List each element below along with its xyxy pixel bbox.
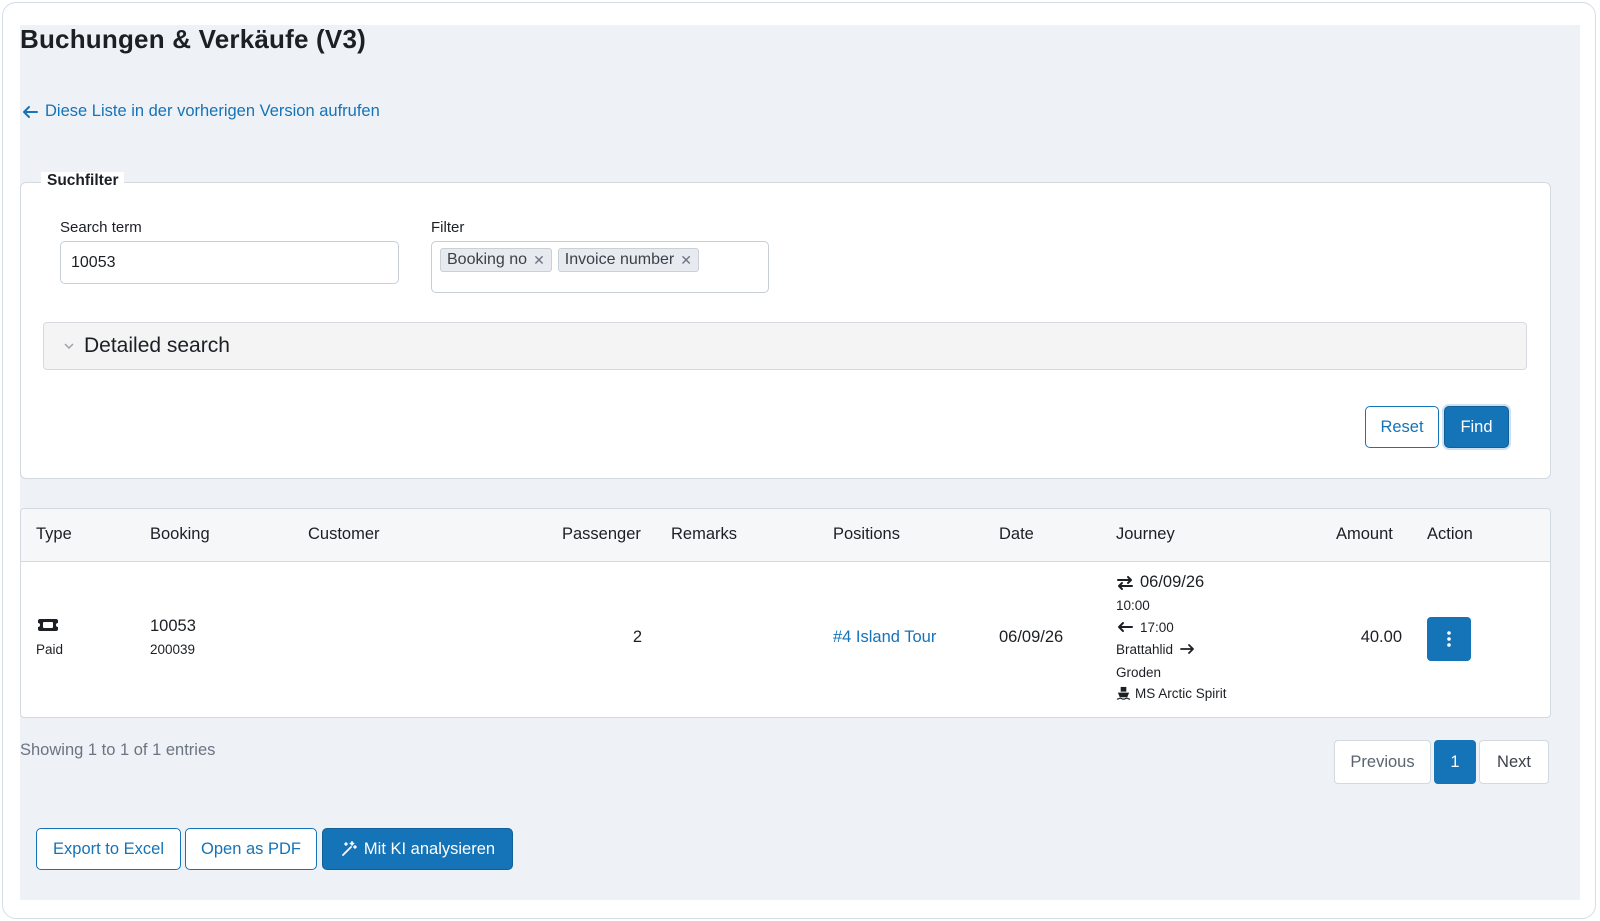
arrow-left-icon (1118, 622, 1133, 632)
table-header: Type Booking Customer Passenger Remarks … (21, 509, 1550, 562)
ticket-icon (37, 619, 59, 631)
position-link[interactable]: #4 Island Tour (833, 628, 936, 647)
ship-name: MS Arctic Spirit (1135, 686, 1227, 701)
journey-ship-line: MS Arctic Spirit (1116, 686, 1227, 701)
filter-chip-booking-no: Booking no ✕ (440, 248, 552, 272)
journey-route-line: Brattahlid (1116, 641, 1197, 657)
col-amount[interactable]: Amount (1336, 525, 1393, 544)
journey-from: Brattahlid (1116, 641, 1174, 657)
col-journey[interactable]: Journey (1116, 525, 1175, 544)
export-excel-button[interactable]: Export to Excel (36, 828, 181, 870)
detailed-search-toggle[interactable]: Detailed search (43, 322, 1527, 370)
journey-to: Groden (1116, 665, 1162, 680)
filter-chip-label: Booking no (447, 251, 528, 268)
bookings-table: Type Booking Customer Passenger Remarks … (20, 508, 1551, 718)
col-type[interactable]: Type (36, 525, 72, 544)
filter-multiselect[interactable]: Booking no ✕ Invoice number ✕ (431, 241, 769, 293)
search-filter-legend: Suchfilter (41, 172, 125, 190)
magic-wand-icon (342, 841, 357, 856)
journey-depart-time: 10:00 (1116, 598, 1150, 613)
col-customer[interactable]: Customer (308, 525, 380, 544)
invoice-number: 200039 (150, 642, 196, 657)
passenger-count: 2 (632, 628, 642, 646)
col-booking[interactable]: Booking (150, 525, 210, 544)
entries-info: Showing 1 to 1 of 1 entries (20, 741, 216, 759)
col-action: Action (1427, 525, 1473, 543)
page-title: Buchungen & Verkäufe (V3) (20, 24, 366, 54)
booking-number: 10053 (150, 617, 196, 635)
ai-analyze-label: Mit KI analysieren (363, 839, 496, 858)
col-remarks[interactable]: Remarks (671, 525, 737, 544)
remove-chip-icon[interactable]: ✕ (680, 252, 692, 269)
journey-date: 06/09/26 (1140, 573, 1205, 591)
previous-version-link-label: Diese Liste in der vorherigen Version au… (45, 102, 380, 120)
amount-cell: 40.00 (1360, 628, 1402, 646)
journey-return-time: 17:00 (1140, 619, 1174, 635)
arrow-right-icon (1180, 644, 1194, 654)
reset-button[interactable]: Reset (1365, 406, 1439, 448)
row-actions-button[interactable] (1427, 617, 1471, 661)
pagination-previous[interactable]: Previous (1334, 740, 1431, 784)
ship-icon (1116, 686, 1131, 700)
pagination-next[interactable]: Next (1479, 740, 1549, 784)
journey-date-line: 06/09/26 (1116, 573, 1204, 592)
chevron-down-icon (64, 343, 74, 350)
search-filter-panel: Suchfilter Search term Filter Booking no… (20, 172, 1551, 479)
col-positions[interactable]: Positions (833, 525, 900, 544)
pagination-page-1[interactable]: 1 (1434, 740, 1476, 784)
previous-version-link[interactable]: Diese Liste in der vorherigen Version au… (21, 102, 380, 121)
ai-analyze-button[interactable]: Mit KI analysieren (322, 828, 513, 870)
remove-chip-icon[interactable]: ✕ (533, 252, 545, 269)
search-term-label: Search term (60, 219, 142, 236)
round-trip-icon (1117, 575, 1133, 590)
type-label: Paid (36, 642, 64, 657)
col-passenger[interactable]: Passenger (562, 525, 641, 544)
filter-chip-label: Invoice number (564, 251, 675, 268)
open-pdf-button[interactable]: Open as PDF (185, 828, 317, 870)
filter-chip-invoice-number: Invoice number ✕ (557, 248, 699, 272)
journey-return-line: 17:00 (1116, 619, 1174, 635)
find-button[interactable]: Find (1444, 406, 1509, 448)
search-term-input[interactable] (60, 241, 399, 284)
col-date[interactable]: Date (999, 525, 1034, 544)
detailed-search-label: Detailed search (84, 334, 230, 357)
filter-label: Filter (431, 219, 465, 236)
more-vertical-icon (1447, 631, 1451, 647)
booking-date: 06/09/26 (999, 628, 1064, 646)
arrow-left-icon (23, 105, 38, 118)
